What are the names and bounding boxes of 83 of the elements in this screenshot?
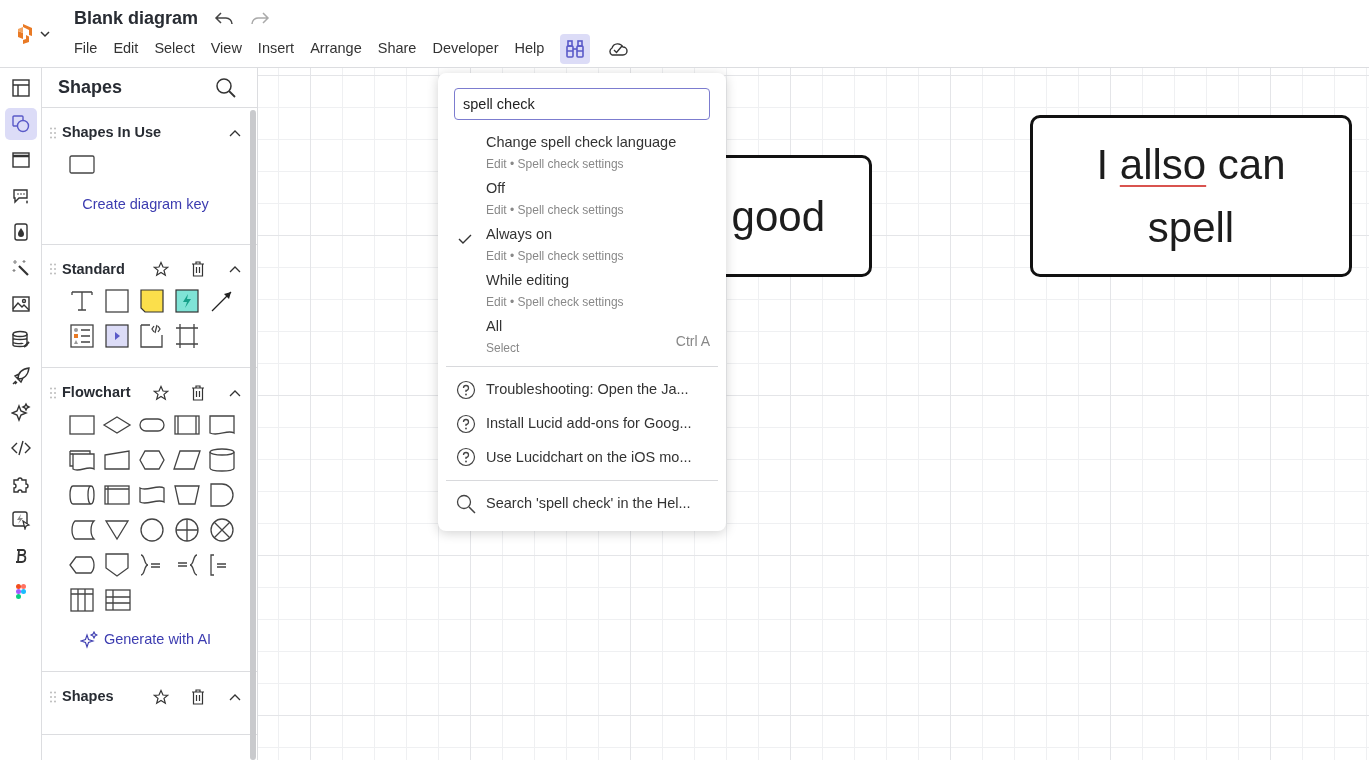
menu-item[interactable]: Help [506,38,553,60]
checkmark-icon [458,233,472,246]
chevron-up-icon[interactable] [229,265,241,274]
find-button[interactable] [560,34,591,64]
image-icon [10,294,31,314]
command-label: All [486,317,504,336]
chevron-up-icon[interactable] [229,128,241,137]
predefined-process-icon[interactable] [171,412,203,438]
menu-item[interactable]: Insert [249,38,303,60]
process-icon[interactable] [66,412,98,438]
chevron-up-icon[interactable] [229,692,241,701]
chat-sparkle-icon [10,186,31,206]
binoculars-icon [564,38,587,60]
layout-icon [10,78,31,98]
scrollbar[interactable] [250,110,256,760]
drag-handle-icon[interactable] [50,263,56,276]
star-icon[interactable] [153,385,169,402]
command-label: While editing [486,271,570,290]
trash-icon[interactable] [191,688,205,705]
menu-item[interactable]: View [202,38,250,60]
magic-wand-icon [10,258,31,278]
panel-title: Shapes [58,76,123,99]
menu-item[interactable]: Select [146,38,203,60]
code-icon [10,438,31,458]
trapezoid-icon[interactable] [171,482,203,508]
document-title[interactable]: Blank diagram [74,5,199,32]
chevron-down-icon[interactable] [40,29,50,38]
rectangle-shape[interactable]: I allso can spell [1030,115,1352,277]
multiple-documents-icon[interactable] [66,447,98,473]
section-title[interactable]: Flowchart [62,382,147,404]
command-label: Change spell check language [486,133,677,152]
star-icon[interactable] [153,261,169,278]
help-search-item[interactable]: Search 'spell check' in the Hel... [446,487,718,521]
internal-storage-icon[interactable] [101,482,133,508]
help-icon [456,413,476,434]
shape-text[interactable]: good [731,184,825,248]
sparkle-icon [10,402,31,422]
menu-item[interactable]: Share [369,38,425,60]
undo-icon[interactable] [214,10,235,27]
cloud-check-icon[interactable] [606,40,629,58]
command-label: Always on [486,225,554,244]
menu-item[interactable]: Developer [424,38,507,60]
drag-handle-icon[interactable] [50,126,56,139]
sparkle-icon [79,630,98,649]
search-field[interactable]: spell check [454,88,710,120]
horizontal-cylinder-icon[interactable] [66,482,98,508]
generate-ai-link[interactable]: Generate with AI [77,627,214,653]
command-label: Off [486,179,507,198]
rocket-icon [10,366,31,386]
cylinder-icon[interactable] [206,447,238,473]
command-path: Edit • Spell check settings [486,294,624,311]
section-title[interactable]: Shapes In Use [62,122,223,144]
shape-text[interactable]: I allso can spell [1071,133,1311,259]
search-icon [456,494,476,515]
section-title[interactable]: Shapes [62,685,147,708]
chevron-up-icon[interactable] [229,389,241,398]
help-article-item[interactable]: Troubleshooting: Open the Ja... [446,373,718,407]
window-icon [10,150,31,170]
help-article-item[interactable]: Use Lucidchart on the iOS mo... [446,440,718,475]
command-path: Select [486,340,520,357]
trash-icon[interactable] [191,385,205,402]
help-icon [456,447,476,468]
trash-icon[interactable] [191,261,205,278]
puzzle-icon [10,474,31,494]
drag-handle-icon[interactable] [50,387,56,400]
command-item[interactable]: All Select Ctrl A [446,314,718,360]
help-icon [456,379,476,400]
database-link-icon [10,330,31,350]
menu-item[interactable]: File [66,38,106,60]
manual-input-icon[interactable] [101,447,133,473]
drag-handle-icon[interactable] [50,690,56,703]
help-article-item[interactable]: Install Lucid add-ons for Goog... [446,406,718,441]
shortcut-hint: Ctrl A [675,332,710,351]
menu-item[interactable]: Arrange [302,38,370,60]
parallelogram-icon[interactable] [171,447,203,473]
search-icon[interactable] [215,76,237,99]
shapes-icon [10,114,31,134]
document-icon[interactable] [206,412,238,438]
create-key-link[interactable]: Create diagram key [80,191,211,218]
star-icon[interactable] [153,688,169,705]
section-title[interactable]: Standard [62,258,147,281]
lightning-cursor-icon [10,510,31,530]
menu-item[interactable]: Edit [105,38,147,60]
